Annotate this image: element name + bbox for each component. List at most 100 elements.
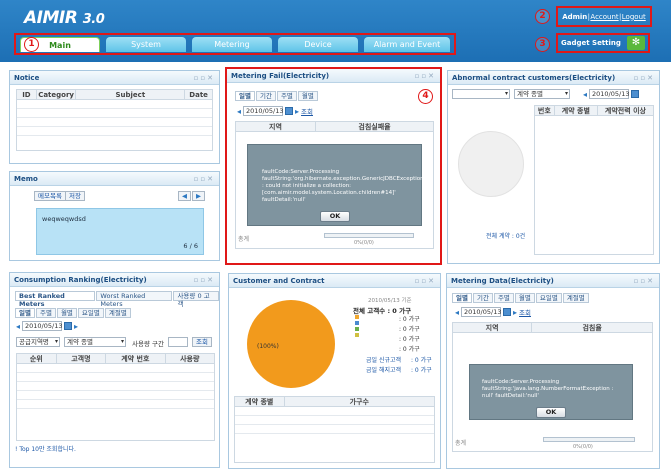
tab-weekly[interactable]: 주별	[276, 91, 297, 101]
panel-controls-icon[interactable]: ▫▫✕	[194, 71, 215, 85]
logout-link[interactable]: Logout	[622, 13, 646, 21]
panel-controls-icon[interactable]: ▫▫✕	[634, 71, 655, 85]
panel-controls-icon[interactable]: ▫▫✕	[194, 273, 215, 287]
tab-period[interactable]: 기간	[255, 91, 276, 101]
calendar-icon[interactable]	[503, 308, 512, 316]
calendar-icon[interactable]	[285, 107, 294, 115]
col-region[interactable]: 지역	[453, 323, 533, 332]
memo-prev-icon[interactable]: ◀	[178, 191, 191, 201]
prev-date-icon[interactable]: ◂	[237, 107, 241, 116]
panel-controls-icon[interactable]: ▫▫✕	[415, 69, 436, 83]
next-date-icon[interactable]: ▸	[74, 322, 78, 331]
table-row[interactable]	[17, 127, 212, 136]
contract-type-select[interactable]: 계약 종별	[514, 89, 570, 99]
col-contract-type[interactable]: 계약 종별	[555, 106, 598, 115]
col-subject[interactable]: Subject	[76, 90, 186, 99]
col-power-anomaly[interactable]: 계약전력 이상	[598, 106, 653, 115]
date-input[interactable]: 2010/05/13	[461, 307, 501, 317]
region-select[interactable]	[452, 89, 510, 99]
col-contract-number[interactable]: 계약 번호	[106, 354, 166, 363]
date-input[interactable]: 2010/05/13	[22, 321, 62, 331]
tab-monthly[interactable]: 월별	[514, 293, 535, 303]
prev-date-icon[interactable]: ◂	[16, 322, 20, 331]
customer-counts: : 0 가구 : 0 가구 : 0 가구 : 0 가구	[399, 316, 420, 353]
notice-table: ID Category Subject Date	[16, 89, 213, 151]
table-row[interactable]	[235, 425, 434, 434]
tab-day-of-week[interactable]: 요일별	[535, 293, 562, 303]
prev-date-icon[interactable]: ◂	[583, 90, 587, 99]
consumption-ranking-panel: Consumption Ranking(Electricity) ▫▫✕ Best…	[9, 272, 220, 468]
tab-daily[interactable]: 일별	[15, 308, 35, 318]
tab-alarm-and-event[interactable]: Alarm and Event	[364, 36, 450, 52]
table-row[interactable]	[17, 109, 212, 118]
consumption-table: 순위 고객명 계약 번호 사용량	[16, 353, 215, 441]
tab-system[interactable]: System	[106, 36, 186, 52]
tab-day-of-week[interactable]: 요일별	[77, 308, 104, 318]
gadget-setting[interactable]: Gadget Setting ✻	[556, 33, 650, 53]
tab-daily[interactable]: 일별	[235, 91, 255, 101]
next-date-icon[interactable]: ▸	[295, 107, 299, 116]
tab-zero-usage[interactable]: 사용량 0 고객	[173, 291, 219, 308]
table-row[interactable]	[17, 391, 214, 400]
panel-controls-icon[interactable]: ▫▫✕	[634, 274, 655, 288]
col-category[interactable]: Category	[37, 90, 77, 99]
calendar-icon[interactable]	[631, 90, 640, 98]
table-row[interactable]	[17, 373, 214, 382]
tab-monthly[interactable]: 월별	[297, 91, 318, 101]
tab-metering[interactable]: Metering	[192, 36, 272, 52]
col-contract-type[interactable]: 계약 종별	[235, 397, 285, 406]
col-fail-rate[interactable]: 검침실패율	[316, 122, 433, 131]
col-household-count[interactable]: 가구수	[285, 397, 434, 406]
consumption-title: Consumption Ranking(Electricity)	[14, 276, 147, 284]
col-usage[interactable]: 사용량	[166, 354, 215, 363]
table-row[interactable]	[17, 382, 214, 391]
notice-title: Notice	[14, 74, 40, 82]
col-region[interactable]: 지역	[236, 122, 316, 131]
tab-worst-ranked[interactable]: Worst Ranked Meters	[96, 291, 173, 308]
tab-best-ranked[interactable]: Best Ranked Meters	[15, 291, 96, 308]
memo-note[interactable]: weqweqwdsd 6 / 6	[36, 208, 204, 255]
contract-type-select[interactable]: 계약 종별	[64, 337, 126, 347]
memo-list-button[interactable]: 메모목록	[34, 191, 66, 201]
tab-device[interactable]: Device	[278, 36, 358, 52]
tab-seasonal[interactable]: 계절별	[104, 308, 131, 318]
panel-controls-icon[interactable]: ▫▫✕	[415, 274, 436, 288]
account-link[interactable]: Account	[590, 13, 618, 21]
table-row[interactable]	[17, 400, 214, 409]
search-button[interactable]: 조회	[192, 337, 212, 347]
date-input[interactable]: 2010/05/13	[243, 106, 283, 116]
gear-icon[interactable]: ✻	[626, 36, 645, 50]
tab-daily[interactable]: 일별	[452, 293, 472, 303]
col-metering-rate[interactable]: 검침율	[532, 323, 652, 332]
col-date[interactable]: Date	[185, 90, 212, 99]
tab-weekly[interactable]: 주별	[35, 308, 56, 318]
search-button[interactable]: 조회	[519, 307, 531, 317]
panel-controls-icon[interactable]: ▫▫✕	[194, 172, 215, 186]
tab-period[interactable]: 기간	[472, 293, 493, 303]
next-date-icon[interactable]: ▸	[513, 308, 517, 317]
search-button[interactable]: 조회	[301, 106, 313, 116]
memo-save-button[interactable]: 저장	[65, 191, 85, 201]
col-number[interactable]: 번호	[535, 106, 555, 115]
col-customer-name[interactable]: 고객명	[57, 354, 107, 363]
table-row[interactable]	[235, 416, 434, 425]
tab-weekly[interactable]: 주별	[493, 293, 514, 303]
region-select[interactable]: 공급지역명	[16, 337, 60, 347]
prev-date-icon[interactable]: ◂	[455, 308, 459, 317]
ok-button[interactable]: OK	[536, 407, 566, 418]
calendar-icon[interactable]	[64, 322, 73, 330]
table-row[interactable]	[17, 364, 214, 373]
memo-next-icon[interactable]: ▶	[192, 191, 205, 201]
callout-3: 3	[535, 37, 550, 52]
ok-button[interactable]: OK	[320, 211, 350, 222]
new-cancel-values: : 0 가구 : 0 가구	[411, 357, 432, 374]
col-rank[interactable]: 순위	[17, 354, 57, 363]
table-row[interactable]	[17, 118, 212, 127]
col-id[interactable]: ID	[17, 90, 37, 99]
usage-range-input[interactable]	[168, 337, 188, 347]
tab-seasonal[interactable]: 계절별	[562, 293, 589, 303]
date-input[interactable]: 2010/05/13	[589, 89, 629, 99]
table-row[interactable]	[17, 100, 212, 109]
table-row[interactable]	[235, 407, 434, 416]
tab-monthly[interactable]: 월별	[56, 308, 77, 318]
